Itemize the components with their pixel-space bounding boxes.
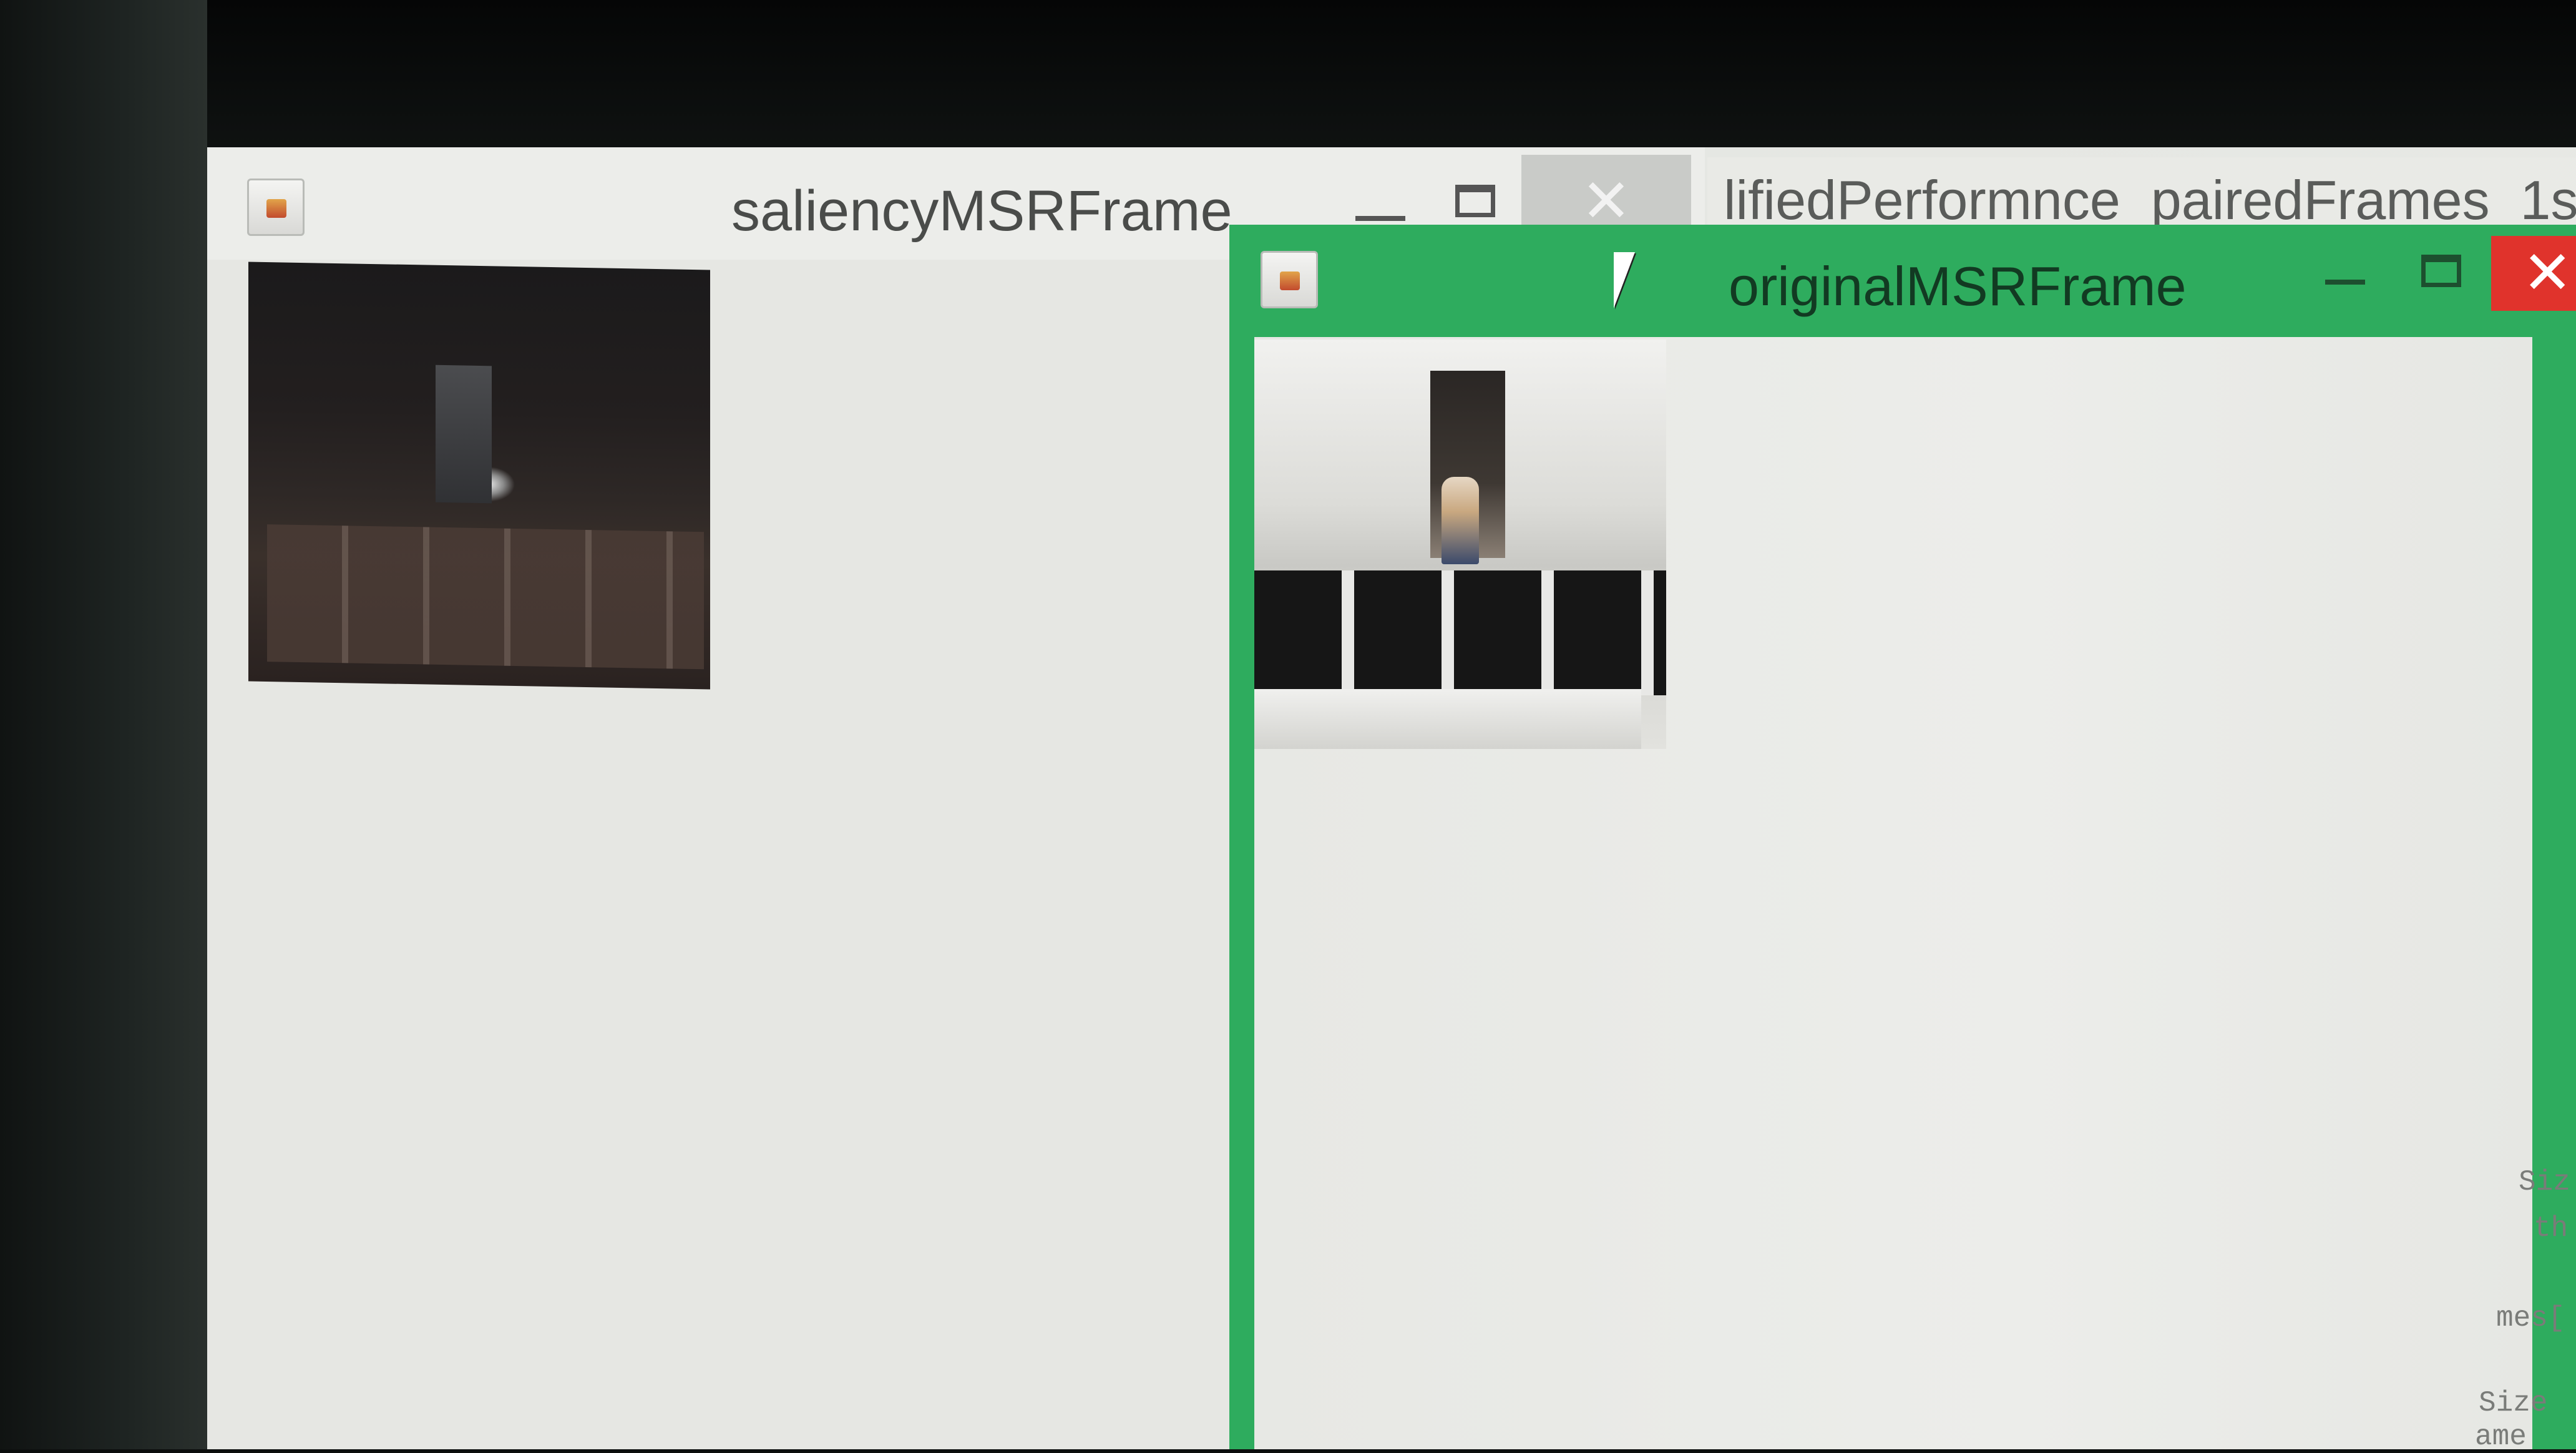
code-fragment: Siz xyxy=(2519,1166,2570,1198)
saliency-frame-image xyxy=(248,262,710,690)
room-background-top xyxy=(0,0,2576,147)
code-fragment: Size xyxy=(2479,1387,2548,1419)
saliency-window-title: saliencyMSRFrame xyxy=(731,179,1232,243)
original-window[interactable]: originalMSRFrame ✕ xyxy=(1229,225,2576,1449)
original-close-button[interactable]: ✕ xyxy=(2491,236,2576,311)
image-region xyxy=(267,524,704,670)
behind-window-title: lifiedPerformnce_pairedFrames_1st xyxy=(1724,169,2576,231)
monitor-bezel xyxy=(0,0,207,1449)
original-frame-image xyxy=(1254,340,1666,749)
image-region xyxy=(1254,689,1641,749)
image-region xyxy=(1442,477,1479,564)
image-region xyxy=(436,364,492,504)
original-window-title: originalMSRFrame xyxy=(1729,255,2187,317)
original-minimize-button[interactable] xyxy=(2325,280,2365,285)
close-icon: ✕ xyxy=(2522,240,2573,306)
code-fragment: th xyxy=(2534,1212,2569,1245)
saliency-minimize-button[interactable] xyxy=(1355,216,1405,221)
original-maximize-button[interactable] xyxy=(2421,255,2461,287)
saliency-maximize-button[interactable] xyxy=(1455,185,1495,217)
mouse-cursor-icon xyxy=(1614,252,1635,308)
java-app-icon xyxy=(1261,251,1318,308)
image-region xyxy=(1254,570,1666,695)
java-app-icon xyxy=(247,179,305,236)
code-fragment: mes[ xyxy=(2496,1302,2565,1334)
code-fragment: ame xyxy=(2475,1421,2527,1453)
